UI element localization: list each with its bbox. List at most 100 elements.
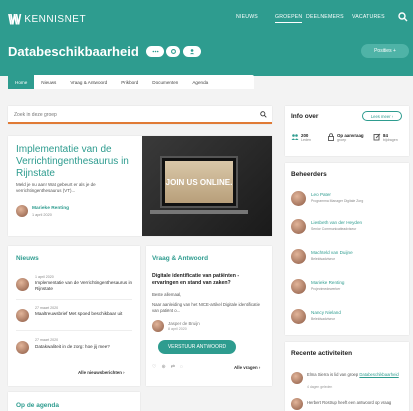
activity-text: Herbert Rostrup heeft een antwoord op vr… [307, 400, 392, 405]
tab-nieuws[interactable]: Nieuws [34, 75, 63, 89]
stat-members: 200 Leden [291, 133, 311, 142]
admin-name[interactable]: Liesbeth van der Heyden [311, 220, 362, 225]
news-title: Nieuws [16, 255, 39, 262]
admin-role: Beleidsadviseur [311, 257, 335, 261]
group-tabs: Home Nieuws Vraag & Antwoord Prikbord Do… [8, 75, 254, 89]
stat-label: Leden [301, 138, 311, 142]
qa-panel: Vraag & Antwoord Digitale identificatie … [146, 246, 272, 386]
qa-actions: ♡ ⊕ ⇄ ◌ [152, 364, 183, 370]
featured-title[interactable]: Implementatie van de Verrichtingenthesau… [16, 144, 142, 180]
search-icon[interactable] [260, 111, 267, 118]
users-icon [291, 134, 299, 140]
members-button[interactable] [183, 46, 201, 57]
laptop-base [150, 210, 248, 214]
tab-home[interactable]: Home [8, 75, 35, 89]
stat-contributions: 84 bijdragen [373, 133, 398, 142]
gear-icon [170, 49, 176, 54]
admin-name[interactable]: Machteld van Duijne [311, 250, 353, 255]
admins-title: Beheerders [291, 171, 327, 178]
share-icon[interactable]: ⇄ [171, 364, 175, 370]
nav-groepen[interactable]: GROEPEN [275, 14, 303, 23]
featured-article[interactable]: Implementatie van de Verrichtingenthesau… [8, 136, 272, 236]
recent-activity-panel: Recente activiteiten Elma Sierra is lid … [285, 342, 409, 411]
tab-agenda[interactable]: Agenda [185, 75, 215, 89]
admin-name[interactable]: Marieke Renting [311, 280, 344, 285]
nav-nieuws[interactable]: NIEUWS [236, 14, 258, 20]
admin-role: Senior Communicatieadviseur [311, 227, 357, 231]
admin-role: Beleidsadviseur [311, 317, 335, 321]
avatar[interactable] [291, 249, 306, 264]
stat-label: groep [337, 138, 347, 142]
activity-item: Herbert Rostrup heeft een antwoord op vr… [307, 400, 403, 406]
avatar [291, 372, 303, 384]
tab-documenten[interactable]: Documenten [145, 75, 185, 89]
send-answer-button[interactable]: VERSTUUR ANTWOORD [158, 340, 236, 354]
news-item[interactable]: Maaltreuwsbrief Met spoed beschikbaar ui… [35, 311, 133, 317]
info-panel: Info over Lees meer › 200 Leden Op aanvra… [285, 106, 409, 156]
divider [16, 330, 132, 331]
lock-icon [328, 133, 334, 141]
activity-item: Elma Sierra is lid van groep Databeschik… [307, 372, 403, 378]
all-news-link[interactable]: Alle nieuwsberichten › [78, 370, 125, 375]
admin-name[interactable]: Leo Pater [311, 192, 331, 197]
comment-icon[interactable]: ◌ [180, 364, 183, 370]
qa-author[interactable]: Jasper de Bruijn [168, 321, 200, 326]
qa-greeting: Beste allemaal, [152, 292, 182, 297]
qa-date: 8 april 2020 [168, 327, 187, 331]
stat-label: bijdragen [383, 138, 398, 142]
avatar[interactable] [291, 279, 306, 294]
nav-vacatures[interactable]: VACATURES [352, 14, 385, 20]
all-news-label: Alle nieuwsberichten [78, 370, 122, 375]
search-input[interactable]: Zoek in deze groep [14, 112, 57, 118]
like-icon[interactable]: ♡ [152, 364, 156, 370]
nav-deelnemers[interactable]: DEELNEMERS [306, 14, 344, 20]
laptop-illustration: JOIN US ONLINE. [160, 156, 238, 208]
info-title: Info over [291, 113, 319, 120]
avatar [152, 320, 164, 332]
search-icon[interactable] [398, 12, 408, 22]
read-more-label: Lees meer [370, 113, 391, 119]
all-questions-label: Alle vragen [234, 365, 258, 370]
activity-date: 4 dagen geleden [307, 385, 333, 389]
group-search[interactable]: Zoek in deze groep [8, 106, 272, 124]
featured-author[interactable]: Marieke Renting [32, 206, 69, 211]
news-date: 27 maart 2020 [35, 338, 59, 342]
agenda-panel: Op de agenda [8, 392, 140, 411]
page-title: Databeschikbaarheid [8, 44, 139, 59]
options-button[interactable] [146, 46, 164, 57]
tab-vraag-antwoord[interactable]: Vraag & Antwoord [63, 75, 114, 89]
follow-icon[interactable]: ⊕ [161, 364, 165, 370]
avatar[interactable] [291, 309, 306, 324]
avatar [16, 278, 29, 291]
settings-button[interactable] [166, 46, 180, 57]
logo-mark: \\/\\/ [8, 11, 21, 27]
avatar[interactable] [291, 191, 306, 206]
tab-prikbord[interactable]: Prikbord [114, 75, 145, 89]
avatar [16, 341, 29, 354]
news-date: 27 maart 2020 [35, 306, 59, 310]
news-date: 1 april 2020 [35, 275, 54, 279]
avatar [291, 398, 303, 410]
news-item[interactable]: Implementatie van de Verrichtingenthesau… [35, 280, 133, 292]
search-underline [8, 122, 272, 124]
admins-panel: Beheerders Leo Pater Programma Manager D… [285, 163, 409, 335]
user-add-icon [189, 49, 194, 55]
edit-icon [373, 133, 381, 141]
all-questions-link[interactable]: Alle vragen › [234, 365, 260, 370]
kennisnet-logo[interactable]: \\/\\/ KENNISNET [8, 11, 86, 27]
activity-text: Elma Sierra is lid van groep [307, 372, 359, 377]
admin-role: Programma Manager Digitale Zorg [311, 199, 364, 203]
qa-question[interactable]: Digitale identificatie van patiënten - e… [152, 273, 266, 287]
admin-name[interactable]: Nancy Nieland [311, 310, 341, 315]
featured-description: Meld je nu aan! Wat gebeurt er als je de… [16, 182, 96, 193]
posities-button[interactable]: Posities + [361, 44, 409, 58]
stat-access: Op aanvraag groep [327, 133, 364, 142]
featured-date: 1 april 2020 [32, 213, 52, 217]
news-item[interactable]: Datakwaliteit in de zorg: hoe jij mee? [35, 344, 133, 350]
activity-link[interactable]: Databeschikbaarheid [359, 372, 398, 377]
avatar[interactable] [291, 219, 306, 234]
more-icon [152, 50, 158, 53]
read-more-button[interactable]: Lees meer › [362, 111, 402, 121]
qa-body: Naar aanleiding van het NICE-artikel Dig… [152, 302, 260, 313]
agenda-title: Op de agenda [16, 402, 59, 409]
